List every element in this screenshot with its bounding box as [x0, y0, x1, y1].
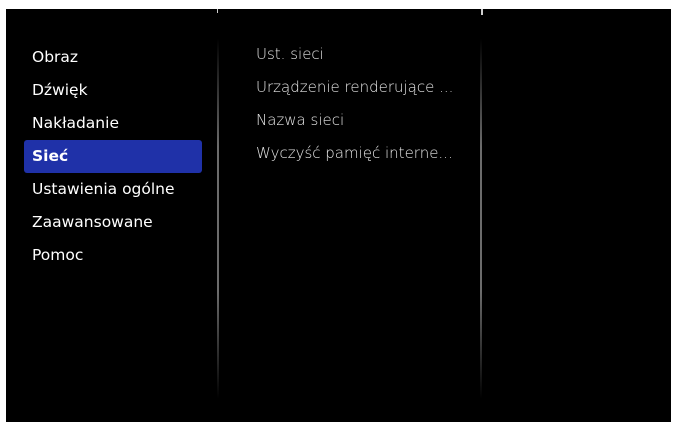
menu-item-obraz[interactable]: Obraz: [24, 41, 202, 74]
column-divider-left: [217, 39, 219, 399]
menu-item-siec[interactable]: Sieć: [24, 140, 202, 173]
top-edge-marker-right: [481, 9, 483, 15]
menu-item-zaawansowane[interactable]: Zaawansowane: [24, 206, 202, 239]
menu-item-dzwiek[interactable]: Dźwięk: [24, 74, 202, 107]
network-submenu: Ust. sieci Urządzenie renderujące ... Na…: [256, 38, 474, 170]
menu-item-nakladanie[interactable]: Nakładanie: [24, 107, 202, 140]
submenu-item-wyczysc-pamiec[interactable]: Wyczyść pamięć interne...: [256, 137, 474, 170]
submenu-item-ust-sieci[interactable]: Ust. sieci: [256, 38, 474, 71]
main-menu: Obraz Dźwięk Nakładanie Sieć Ustawienia …: [24, 41, 202, 272]
top-edge-marker-left: [217, 9, 218, 13]
osd-menu-screen: Obraz Dźwięk Nakładanie Sieć Ustawienia …: [6, 9, 671, 422]
menu-item-pomoc[interactable]: Pomoc: [24, 239, 202, 272]
column-divider-right: [480, 39, 482, 399]
submenu-item-nazwa-sieci[interactable]: Nazwa sieci: [256, 104, 474, 137]
menu-item-ustawienia-ogolne[interactable]: Ustawienia ogólne: [24, 173, 202, 206]
submenu-item-urzadzenie-renderujace[interactable]: Urządzenie renderujące ...: [256, 71, 474, 104]
